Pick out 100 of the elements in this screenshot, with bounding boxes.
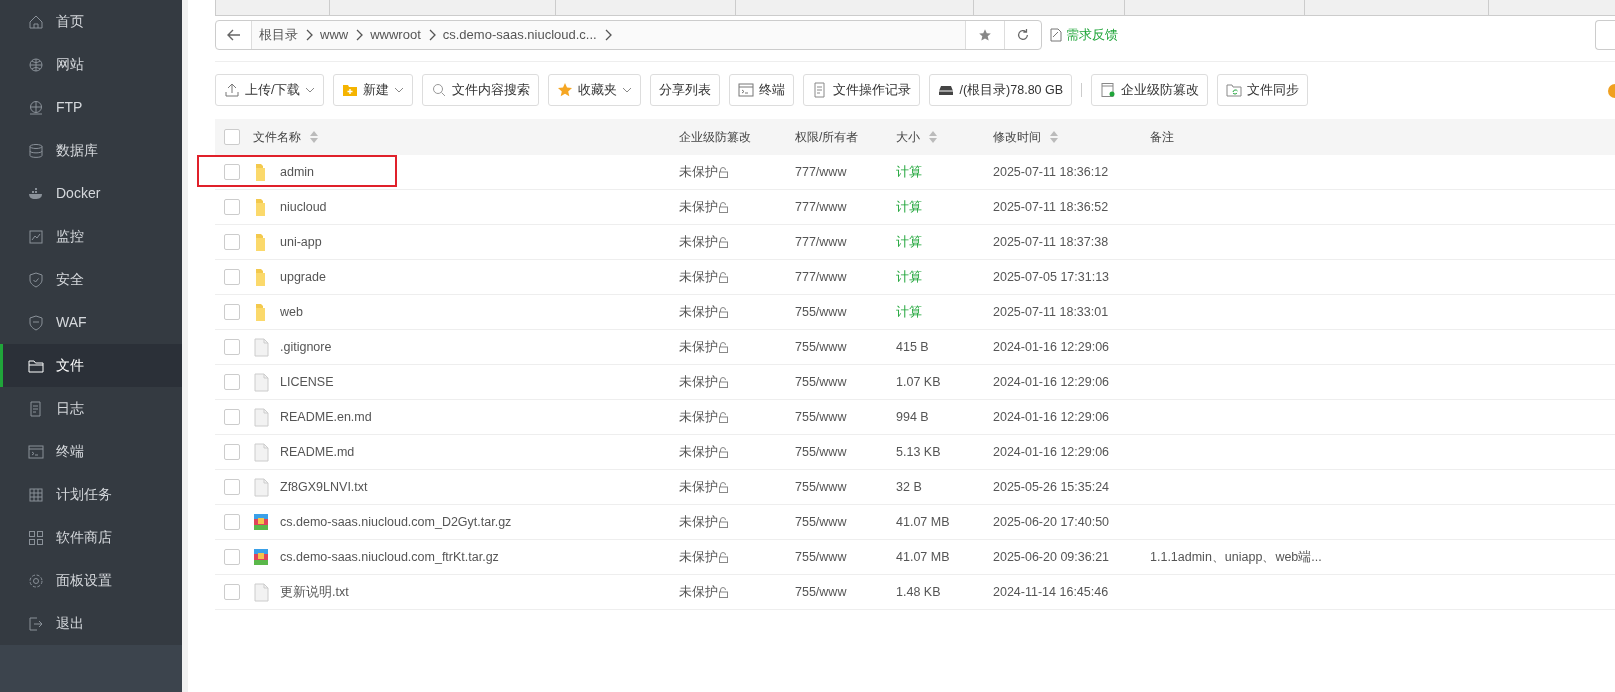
file-name[interactable]: uni-app <box>280 232 322 252</box>
table-row[interactable]: cs.demo-saas.niucloud.com_D2Gyt.tar.gz 未保护 755/www 41.07 MB 2025-06-20 17:40:50 <box>215 505 1615 540</box>
table-cell-text: 2025-06-20 17:40:50 <box>993 513 1110 531</box>
file-name[interactable]: web <box>280 302 303 322</box>
unlocked-padlock-icon <box>718 166 728 178</box>
table-row[interactable]: README.en.md 未保护 755/www 994 B 2024-01-16 12:29:06 <box>215 400 1615 435</box>
search-field[interactable] <box>1595 20 1615 50</box>
file-name[interactable]: cs.demo-saas.niucloud.com_D2Gyt.tar.gz <box>280 512 512 532</box>
checkbox[interactable] <box>224 584 240 600</box>
file-name[interactable]: upgrade <box>280 267 326 287</box>
toolbar-button[interactable]: 收藏夹 <box>548 74 642 106</box>
table-cell-text: 755/www <box>795 303 847 321</box>
table-row[interactable]: Zf8GX9LNVI.txt 未保护 755/www 32 B 2025-05-26 15:35:24 <box>215 470 1615 505</box>
sidebar-item[interactable]: 日志 <box>0 387 182 430</box>
checkbox[interactable] <box>224 479 240 495</box>
table-row[interactable]: uni-app 未保护 777/www 计算 2025-07-11 18:37:38 <box>215 225 1615 260</box>
checkbox[interactable] <box>224 514 240 530</box>
table-cell-text: 777/www <box>795 233 847 251</box>
toolbar-button[interactable]: /(根目录)78.80 GB <box>929 74 1073 106</box>
checkbox[interactable] <box>224 444 240 460</box>
table-cell-text: 755/www <box>795 548 847 566</box>
checkbox[interactable] <box>224 234 240 250</box>
checkbox[interactable] <box>224 549 240 565</box>
table-cell-text: 994 B <box>896 408 929 426</box>
toolbar-button[interactable]: 文件内容搜索 <box>422 74 540 106</box>
sidebar-item[interactable]: 计划任务 <box>0 473 182 516</box>
file-name[interactable]: LICENSE <box>280 372 334 392</box>
breadcrumb-item[interactable]: wwwroot <box>363 25 428 45</box>
file-name[interactable]: README.en.md <box>280 407 372 427</box>
table-cell-text: 未保护 <box>679 233 718 251</box>
checkbox[interactable] <box>224 129 240 145</box>
sidebar-item[interactable]: FTP <box>0 86 182 129</box>
sidebar-item[interactable]: 网站 <box>0 43 182 86</box>
toolbar-button[interactable]: 企业级防篡改 <box>1091 74 1209 106</box>
table-cell-text: 32 B <box>896 478 922 496</box>
file-name[interactable]: .gitignore <box>280 337 332 357</box>
sidebar-item[interactable]: Docker <box>0 172 182 215</box>
checkbox[interactable] <box>224 374 240 390</box>
file-name[interactable]: niucloud <box>280 197 327 217</box>
breadcrumb-item[interactable]: cs.demo-saas.niucloud.c... <box>435 25 604 45</box>
breadcrumb-item[interactable]: www <box>313 25 356 45</box>
checkbox[interactable] <box>224 164 240 180</box>
toolbar-button[interactable]: 上传/下载 <box>215 74 325 106</box>
unlocked-padlock-icon <box>718 341 728 353</box>
sidebar-item[interactable]: 退出 <box>0 602 182 645</box>
checkbox[interactable] <box>224 409 240 425</box>
checkbox[interactable] <box>224 304 240 320</box>
breadcrumb-item[interactable]: 根目录 <box>252 25 305 45</box>
database-icon <box>28 142 44 159</box>
toolbar-button[interactable]: 文件同步 <box>1217 74 1309 106</box>
table-row[interactable]: LICENSE 未保护 755/www 1.07 KB 2024-01-16 12:29:06 <box>215 365 1615 400</box>
sidebar-item[interactable]: 软件商店 <box>0 516 182 559</box>
sidebar-item[interactable]: 文件 <box>0 344 182 387</box>
checkbox[interactable] <box>224 269 240 285</box>
globe-icon <box>28 99 44 116</box>
table-row[interactable]: cs.demo-saas.niucloud.com_ftrKt.tar.gz 未保护 755/www 41.07 MB 2025-06-20 09:36:21 1.1.1admin、uniapp、web端... <box>215 540 1615 575</box>
home-icon <box>28 13 44 30</box>
file-icon <box>253 442 269 462</box>
table-row[interactable]: upgrade 未保护 777/www 计算 2025-07-05 17:31:13 <box>215 260 1615 295</box>
column-header[interactable]: 大小 <box>896 128 938 146</box>
toolbar-button[interactable]: 新建 <box>333 74 414 106</box>
caret-icon <box>305 87 316 93</box>
chart-icon <box>28 228 44 245</box>
column-header[interactable]: 文件名称 <box>253 128 319 146</box>
column-header[interactable]: 修改时间 <box>993 128 1059 146</box>
sidebar-item[interactable]: WAF <box>0 301 182 344</box>
toolbar-button[interactable]: 终端 <box>729 74 795 106</box>
table-row[interactable]: 更新说明.txt 未保护 755/www 1.48 KB 2024-11-14 16:45:46 <box>215 575 1615 610</box>
toolbar-button[interactable]: 文件操作记录 <box>803 74 921 106</box>
checkbox[interactable] <box>224 199 240 215</box>
table-row[interactable]: README.md 未保护 755/www 5.13 KB 2024-01-16 12:29:06 <box>215 435 1615 470</box>
table-cell-text: 2025-07-05 17:31:13 <box>993 268 1110 286</box>
file-name[interactable]: admin <box>280 162 315 182</box>
file-name[interactable]: README.md <box>280 442 355 462</box>
sidebar-item[interactable]: 面板设置 <box>0 559 182 602</box>
table-row[interactable]: web 未保护 755/www 计算 2025-07-11 18:33:01 <box>215 295 1615 330</box>
table-row[interactable]: admin 未保护 777/www 计算 2025-07-11 18:36:12 <box>215 155 1615 190</box>
sidebar-item[interactable]: 终端 <box>0 430 182 473</box>
table-row[interactable]: .gitignore 未保护 755/www 415 B 2024-01-16 12:29:06 <box>215 330 1615 365</box>
checkbox[interactable] <box>224 339 240 355</box>
sidebar-item[interactable]: 首页 <box>0 0 182 43</box>
unlocked-padlock-icon <box>718 236 728 248</box>
address-bar[interactable]: 根目录 www wwwroot cs.demo-saas.niucloud.c... <box>215 20 1042 50</box>
table-cell-text: 755/www <box>795 583 847 601</box>
sidebar-item[interactable]: 监控 <box>0 215 182 258</box>
toolbar-button[interactable]: 分享列表 <box>650 74 721 106</box>
file-name[interactable]: 更新说明.txt <box>280 582 349 602</box>
caret-icon <box>622 87 633 93</box>
sidebar-item[interactable]: 数据库 <box>0 129 182 172</box>
sidebar-item[interactable]: 安全 <box>0 258 182 301</box>
table-row[interactable]: niucloud 未保护 777/www 计算 2025-07-11 18:36:52 <box>215 190 1615 225</box>
table-cell-text: 1.1.1admin、uniapp、web端... <box>1150 548 1322 566</box>
table-cell-text: 2025-07-11 18:36:12 <box>993 163 1109 181</box>
column-header: 备注 <box>1150 129 1174 146</box>
table-cell-text: 755/www <box>795 338 847 356</box>
search-icon <box>431 82 448 98</box>
file-name[interactable]: cs.demo-saas.niucloud.com_ftrKt.tar.gz <box>280 547 499 567</box>
unlocked-padlock-icon <box>718 376 728 388</box>
file-name[interactable]: Zf8GX9LNVI.txt <box>280 477 368 497</box>
file-icon <box>253 372 269 392</box>
